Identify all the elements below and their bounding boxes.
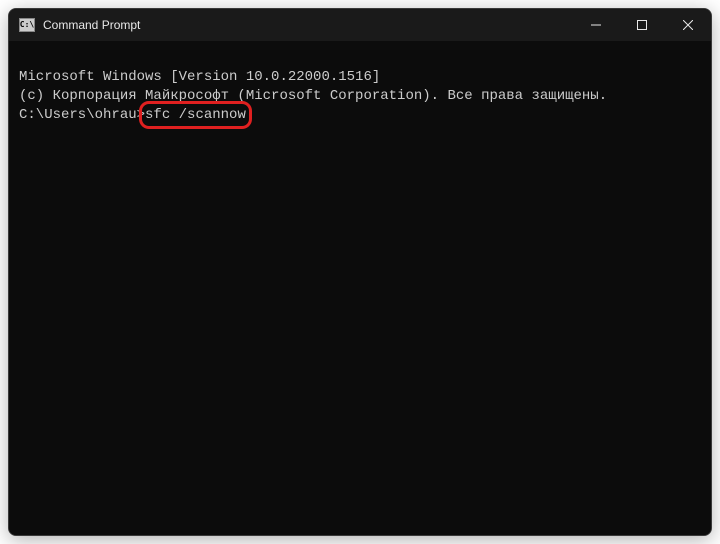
minimize-button[interactable] [573,9,619,41]
prompt-path: C:\Users\ohrau> [19,107,145,123]
terminal-prompt-line: C:\Users\ohrau>sfc /scannow [19,106,246,125]
close-button[interactable] [665,9,711,41]
window-titlebar[interactable]: C:\ Command Prompt [9,9,711,41]
maximize-button[interactable] [619,9,665,41]
terminal-output[interactable]: Microsoft Windows [Version 10.0.22000.15… [9,41,711,535]
window-title: Command Prompt [43,18,140,32]
terminal-line: Microsoft Windows [Version 10.0.22000.15… [19,68,701,87]
window-controls [573,9,711,41]
typed-command: sfc /scannow [145,107,246,123]
terminal-line: (c) Корпорация Майкрософт (Microsoft Cor… [19,87,701,106]
titlebar-left: C:\ Command Prompt [19,18,140,32]
command-prompt-window: C:\ Command Prompt Microsoft Windows [Ve… [8,8,712,536]
cmd-icon: C:\ [19,18,35,32]
